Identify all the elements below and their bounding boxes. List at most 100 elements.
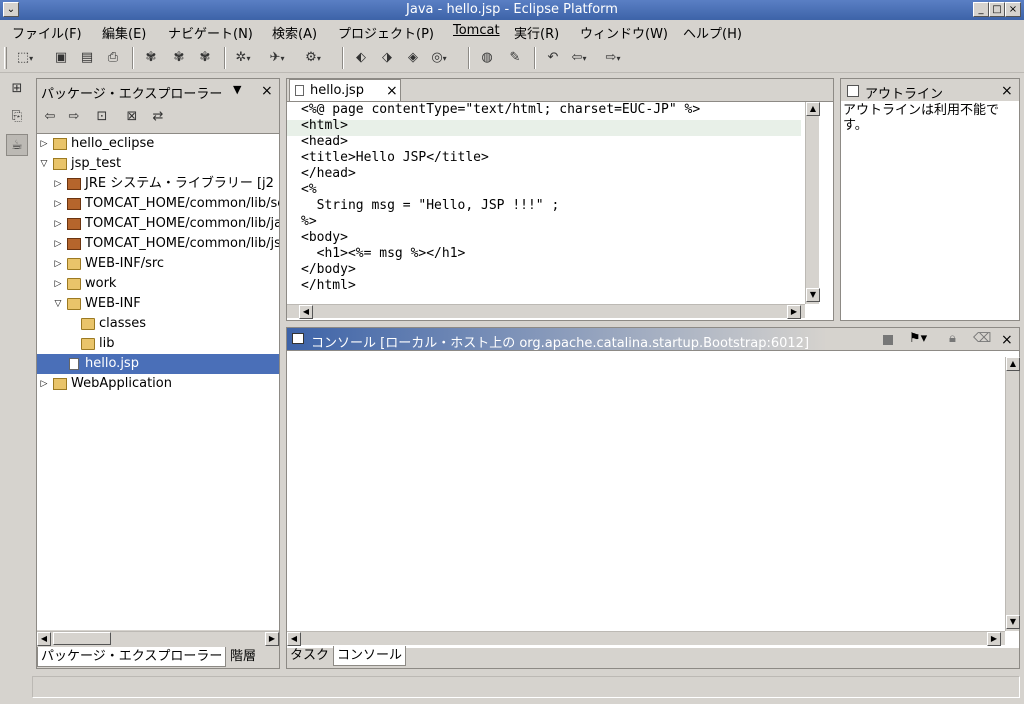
tree-item-jasper-jar[interactable]: ▷ TOMCAT_HOME/common/lib/jaspe [37,214,279,234]
tab-hello-jsp[interactable]: hello.jsp × [289,79,401,101]
tree-item-servlet-jar[interactable]: ▷ TOMCAT_HOME/common/lib/servl [37,194,279,214]
new-class-icon[interactable]: ◈ [404,49,422,67]
close-icon[interactable]: × [1005,2,1021,17]
collapse-all-icon[interactable]: ⊠ [123,108,141,126]
menu-project[interactable]: プロジェクト(P) [338,23,434,42]
terminate-icon[interactable] [883,335,893,345]
tree-item-jsp-api-jar[interactable]: ▷ TOMCAT_HOME/common/lib/jsp-a [37,234,279,254]
up-icon[interactable]: ⊡ [93,108,111,126]
close-icon[interactable]: × [261,84,273,98]
scroll-lock-icon[interactable]: 🔒︎ [949,331,956,346]
scroll-right-icon[interactable]: ▶ [265,632,279,646]
open-type-icon[interactable]: ◍ [478,49,496,67]
save-icon[interactable]: ▣ [52,49,70,67]
link-editor-icon[interactable]: ⇄ [149,108,167,126]
tab-console[interactable]: コンソール [333,646,407,666]
expand-icon[interactable]: ▷ [39,134,49,154]
menu-edit[interactable]: 編集(E) [102,23,146,42]
expand-icon[interactable]: ▷ [53,174,63,194]
expand-icon[interactable]: ▷ [53,234,63,254]
scroll-down-icon[interactable]: ▼ [806,288,820,302]
close-icon[interactable]: × [1001,84,1013,98]
tree-item-web-inf-src[interactable]: ▷ WEB-INF/src [37,254,279,274]
collapse-icon[interactable]: ▽ [53,294,63,314]
tab-hierarchy[interactable]: 階層 [227,647,259,667]
search-icon[interactable]: ✎ [506,49,524,67]
menu-run[interactable]: 実行(R) [514,23,559,42]
expand-icon[interactable]: ▷ [53,194,63,214]
code-area[interactable]: <%@ page contentType="text/html; charset… [287,101,833,320]
expand-icon[interactable]: ▷ [39,374,49,394]
new-java-project-icon[interactable]: ⬖ [352,49,370,67]
java-perspective-icon[interactable]: ☕ [6,134,28,156]
close-icon[interactable]: × [1001,333,1013,347]
window-title-bar[interactable]: ⌄ Java - hello.jsp - Eclipse Platform _ … [0,0,1024,20]
explorer-tabs: パッケージ・エクスプローラー 階層 [37,647,279,669]
view-menu-icon[interactable]: ▼ [233,83,241,96]
console-title: コンソール [ローカル・ホスト上の org.apache.catalina.st… [311,336,810,351]
new-icon[interactable]: ⬚▾ [16,49,34,67]
forward-icon[interactable]: ⇨ [65,108,83,126]
file-icon [295,85,304,96]
remove-launches-icon[interactable]: ⚑▾ [909,331,927,346]
tomcat-start-icon[interactable]: ✾ [142,49,160,67]
back-icon[interactable]: ⇦ [41,108,59,126]
expand-icon[interactable]: ▷ [53,214,63,234]
scroll-up-icon[interactable]: ▲ [1006,357,1020,371]
open-perspective-icon[interactable]: ⊞ [6,78,28,100]
last-edit-icon[interactable]: ↶ [544,49,562,67]
tree-item-hello-eclipse[interactable]: ▷ hello_eclipse [37,134,279,154]
package-explorer-pane: パッケージ・エクスプローラー ▼ × ⇦ ⇨ ⊡ ⊠ ⇄ ▷ hello_ecl… [36,78,280,669]
forward-icon[interactable]: ⇨▾ [604,49,622,67]
new-element-icon[interactable]: ◎▾ [430,49,448,67]
resource-perspective-icon[interactable]: ⎘ [6,106,28,128]
folder-icon [81,338,95,350]
explorer-hscrollbar[interactable]: ◀ ▶ [37,631,279,646]
scroll-right-icon[interactable]: ▶ [987,632,1001,646]
tree-item-jre-library[interactable]: ▷ JRE システム・ライブラリー [j2 [37,174,279,194]
scroll-left-icon[interactable]: ◀ [287,632,301,646]
console-hscrollbar[interactable]: ◀ ▶ [287,631,1005,646]
console-vscrollbar[interactable]: ▲ ▼ [1005,357,1020,631]
expand-icon[interactable]: ▷ [53,254,63,274]
menu-help[interactable]: ヘルプ(H) [683,23,742,42]
new-package-icon[interactable]: ⬗ [378,49,396,67]
scroll-down-icon[interactable]: ▼ [1006,615,1020,629]
scroll-up-icon[interactable]: ▲ [806,102,820,116]
tree-item-lib[interactable]: lib [37,334,279,354]
editor-vscrollbar[interactable]: ▲ ▼ [805,102,820,304]
menu-file[interactable]: ファイル(F) [12,23,82,42]
tab-package-explorer[interactable]: パッケージ・エクスプローラー [37,647,227,667]
menu-search[interactable]: 検索(A) [272,23,317,42]
minimize-icon[interactable]: _ [973,2,989,17]
maximize-icon[interactable]: □ [989,2,1005,17]
scroll-left-icon[interactable]: ◀ [37,632,51,646]
expand-icon[interactable]: ▷ [53,274,63,294]
run-icon[interactable]: ✈▾ [268,49,286,67]
console-output[interactable]: ▲ ▼ ◀ ▶ [287,350,1020,648]
tree-item-work[interactable]: ▷ work [37,274,279,294]
tree-item-jsp-test[interactable]: ▽ jsp_test [37,154,279,174]
tree-item-web-inf[interactable]: ▽ WEB-INF [37,294,279,314]
tab-tasks[interactable]: タスク [287,646,332,666]
clear-console-icon[interactable]: ⌫ [973,331,991,346]
menu-navigate[interactable]: ナビゲート(N) [168,23,253,42]
editor-hscrollbar[interactable]: ◀ ▶ [287,304,805,319]
tree-item-webapplication[interactable]: ▷ WebApplication [37,374,279,394]
external-tools-icon[interactable]: ⚙▾ [304,49,322,67]
collapse-icon[interactable]: ▽ [39,154,49,174]
scroll-left-icon[interactable]: ◀ [299,305,313,319]
scroll-thumb[interactable] [53,632,111,645]
tree-item-hello-jsp[interactable]: hello.jsp [37,354,279,374]
menu-window[interactable]: ウィンドウ(W) [580,23,668,42]
tomcat-stop-icon[interactable]: ✾ [170,49,188,67]
save-all-icon[interactable]: ▤ [78,49,96,67]
tree-item-classes[interactable]: classes [37,314,279,334]
menu-tomcat[interactable]: Tomcat [453,23,500,38]
tomcat-restart-icon[interactable]: ✾ [196,49,214,67]
back-icon[interactable]: ⇦▾ [570,49,588,67]
close-icon[interactable]: × [386,84,398,98]
print-icon[interactable]: ⎙ [104,49,122,67]
debug-icon[interactable]: ✲▾ [234,49,252,67]
scroll-right-icon[interactable]: ▶ [787,305,801,319]
